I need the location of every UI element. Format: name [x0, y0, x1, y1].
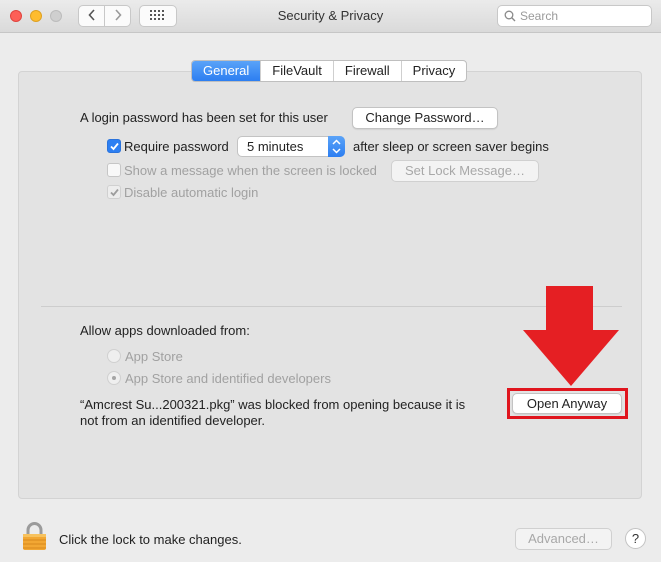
- require-password-value: 5 minutes: [247, 139, 304, 154]
- require-password-select[interactable]: 5 minutes: [237, 136, 345, 157]
- require-password-suffix: after sleep or screen saver begins: [353, 139, 549, 154]
- checkmark-icon: [110, 188, 119, 197]
- lock-icon[interactable]: [22, 521, 47, 554]
- radio-app-store-identified[interactable]: [107, 371, 121, 385]
- tab-privacy[interactable]: Privacy: [400, 61, 467, 81]
- set-lock-message-button[interactable]: Set Lock Message…: [391, 160, 539, 182]
- change-password-button[interactable]: Change Password…: [352, 107, 498, 129]
- search-icon: [504, 10, 516, 25]
- tab-filevault[interactable]: FileVault: [260, 61, 333, 81]
- lock-text: Click the lock to make changes.: [59, 532, 242, 547]
- updown-arrows-icon: [328, 136, 345, 157]
- blocked-message-line2: not from an identified developer.: [80, 413, 266, 428]
- checkmark-icon: [110, 142, 119, 151]
- search-input[interactable]: [520, 8, 645, 24]
- open-anyway-button[interactable]: Open Anyway: [512, 393, 622, 414]
- tab-firewall[interactable]: Firewall: [332, 61, 401, 81]
- show-message-label: Show a message when the screen is locked: [124, 163, 377, 178]
- title-bar: Security & Privacy: [0, 0, 661, 33]
- search-field[interactable]: [497, 5, 652, 27]
- login-password-text: A login password has been set for this u…: [80, 110, 328, 125]
- help-button[interactable]: ?: [625, 528, 646, 549]
- require-password-checkbox[interactable]: [107, 139, 121, 153]
- blocked-message-line1: “Amcrest Su...200321.pkg” was blocked fr…: [80, 397, 466, 412]
- advanced-button[interactable]: Advanced…: [515, 528, 612, 550]
- show-message-checkbox[interactable]: [107, 163, 121, 177]
- tab-bar: General FileVault Firewall Privacy: [191, 60, 468, 82]
- disable-autologin-label: Disable automatic login: [124, 185, 259, 200]
- radio-app-store-identified-label: App Store and identified developers: [125, 371, 331, 386]
- radio-app-store-label: App Store: [125, 349, 183, 364]
- red-arrow-annotation: [523, 286, 619, 386]
- tab-general[interactable]: General: [192, 61, 261, 81]
- allow-apps-heading: Allow apps downloaded from:: [80, 323, 250, 338]
- radio-app-store[interactable]: [107, 349, 121, 363]
- require-password-label: Require password: [124, 139, 229, 154]
- disable-autologin-checkbox[interactable]: [107, 185, 121, 199]
